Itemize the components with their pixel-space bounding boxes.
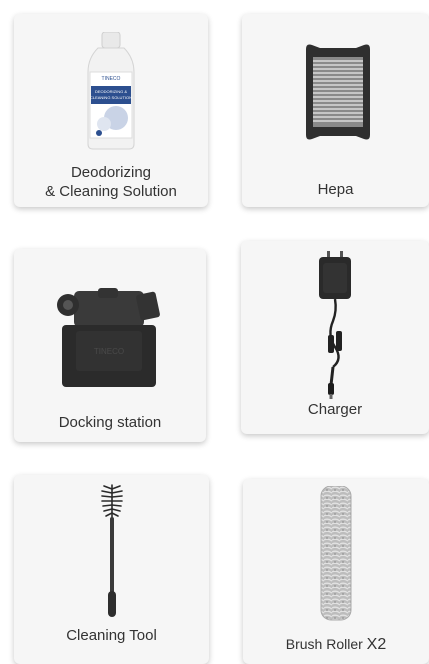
svg-text:CLEANING SOLUTION: CLEANING SOLUTION bbox=[90, 95, 132, 100]
cleaning-solution-bottle-icon: TINECO DEODORIZING & CLEANING SOLUTION bbox=[87, 32, 135, 150]
item-label-cleaning-solution: Deodorizing & Cleaning Solution bbox=[14, 163, 208, 201]
svg-text:TINECO: TINECO bbox=[102, 76, 121, 82]
svg-text:TINECO: TINECO bbox=[94, 347, 124, 356]
charger-adapter-icon bbox=[319, 251, 351, 399]
item-label-brush-roller-row: Brush Roller X2 bbox=[243, 635, 429, 654]
cleaning-brush-tool-icon bbox=[101, 484, 123, 617]
item-label-charger: Charger bbox=[307, 401, 363, 418]
accessory-card-docking-station: TINECO Docking station bbox=[14, 249, 206, 442]
docking-station-icon: TINECO bbox=[57, 288, 160, 387]
item-label-hepa: Hepa bbox=[317, 181, 354, 198]
brush-roller-icon bbox=[320, 486, 352, 621]
item-label-docking-station: Docking station bbox=[58, 414, 162, 431]
accessory-card-cleaning-tool: Cleaning Tool bbox=[14, 475, 209, 664]
item-label-line2: & Cleaning Solution bbox=[45, 183, 177, 200]
item-label-brush-roller: Brush Roller bbox=[285, 636, 363, 652]
svg-text:DEODORIZING &: DEODORIZING & bbox=[95, 89, 127, 94]
accessory-card-cleaning-solution: TINECO DEODORIZING & CLEANING SOLUTION D… bbox=[14, 14, 208, 207]
accessory-card-hepa: Hepa bbox=[242, 14, 429, 207]
accessory-card-brush-roller: Brush Roller X2 bbox=[243, 479, 429, 664]
accessory-card-charger: Charger bbox=[241, 241, 429, 434]
hepa-filter-icon bbox=[306, 44, 370, 140]
item-label-line1: Deodorizing bbox=[70, 164, 152, 181]
quantity-badge: X2 bbox=[366, 636, 387, 653]
item-label-cleaning-tool: Cleaning Tool bbox=[66, 627, 157, 644]
